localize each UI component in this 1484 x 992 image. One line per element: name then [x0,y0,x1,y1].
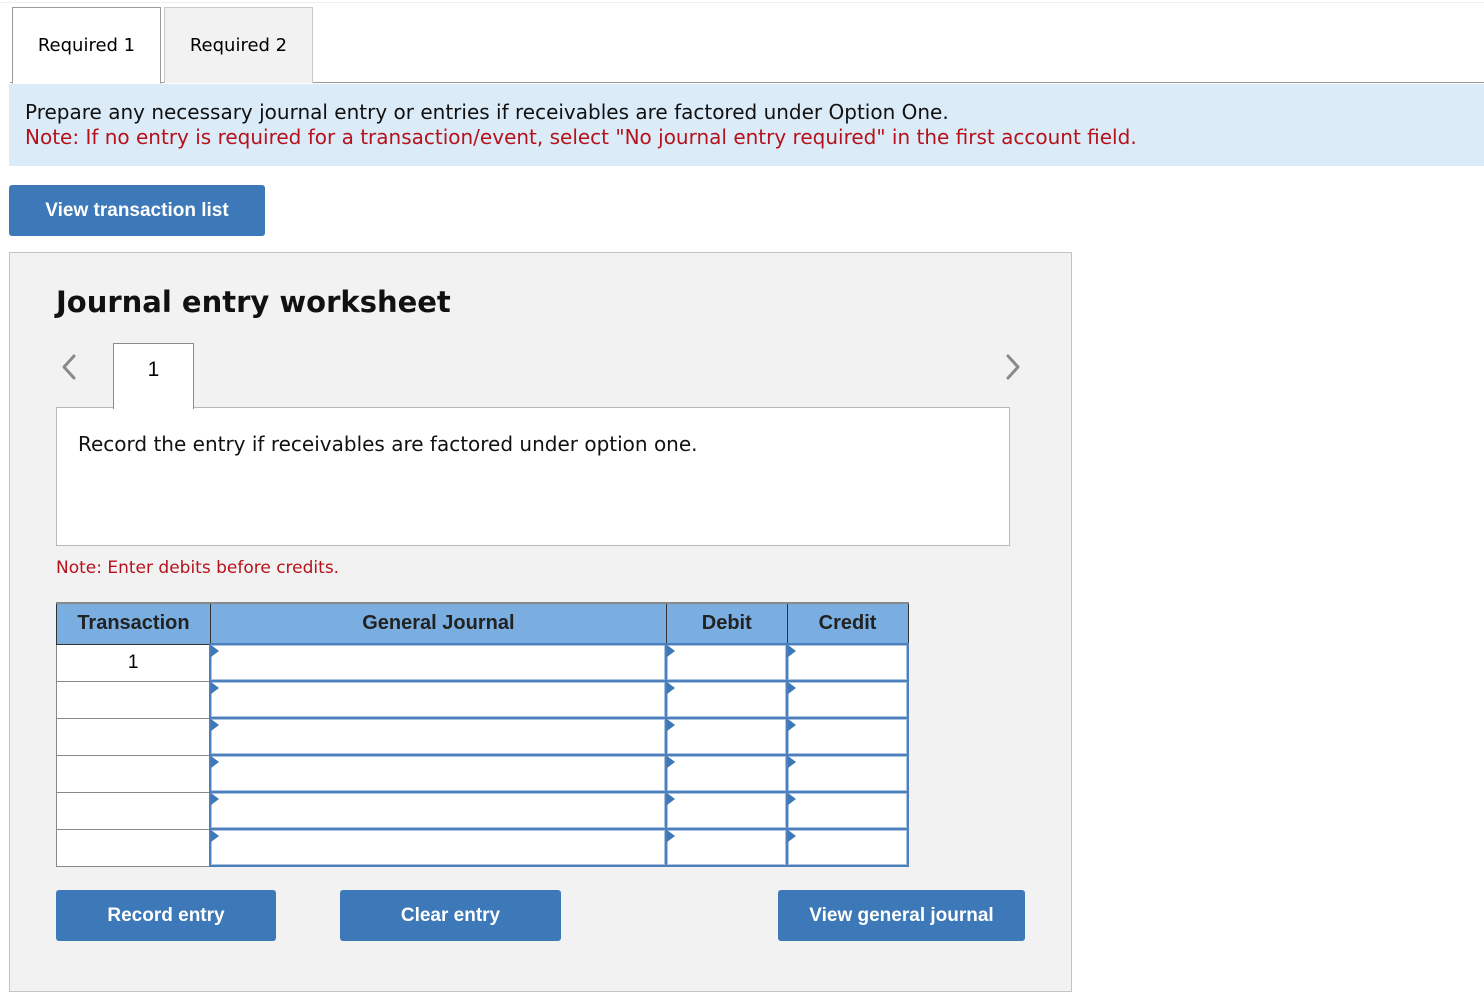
debit-input-field[interactable] [667,756,787,791]
worksheet-title: Journal entry worksheet [56,285,451,319]
debit-input[interactable] [665,680,789,719]
dropdown-flag-icon [667,830,676,842]
account-input-field[interactable] [211,645,666,680]
next-entry-button[interactable] [1002,351,1024,383]
entry-description: Record the entry if receivables are fact… [56,407,1010,546]
dropdown-flag-icon [788,645,797,657]
dropdown-flag-icon [211,645,220,657]
debit-input[interactable] [665,828,789,867]
requirement-tabs: Required 1 Required 2 [10,7,1484,84]
credit-input[interactable] [786,828,909,867]
header-general-journal: General Journal [209,602,667,645]
debit-input-field[interactable] [667,830,787,865]
credit-input[interactable] [786,791,909,830]
chevron-left-icon [62,354,76,380]
record-entry-button[interactable]: Record entry [56,890,276,941]
transaction-cell [56,754,211,793]
account-input[interactable] [209,791,668,830]
credit-input[interactable] [786,717,909,756]
account-input-field[interactable] [211,830,666,865]
credit-input-field[interactable] [788,682,907,717]
dropdown-flag-icon [667,682,676,694]
table-row [56,791,909,830]
account-input-field[interactable] [211,719,666,754]
header-credit: Credit [786,602,909,645]
dropdown-flag-icon [211,793,220,805]
tab-required-1[interactable]: Required 1 [12,7,161,84]
account-input-field[interactable] [211,793,666,828]
credit-input[interactable] [786,680,909,719]
debit-input-field[interactable] [667,682,787,717]
credit-input-field[interactable] [788,756,907,791]
dropdown-flag-icon [211,756,220,768]
debit-input[interactable] [665,717,789,756]
debit-input-field[interactable] [667,645,787,680]
dropdown-flag-icon [667,793,676,805]
table-row [56,754,909,793]
clear-entry-button[interactable]: Clear entry [340,890,561,941]
table-header-row: Transaction General Journal Debit Credit [56,602,909,645]
credit-input-field[interactable] [788,793,907,828]
account-input-field[interactable] [211,682,666,717]
entry-description-text: Record the entry if receivables are fact… [78,432,698,456]
dropdown-flag-icon [211,682,220,694]
dropdown-flag-icon [788,830,797,842]
table-row [56,717,909,756]
dropdown-flag-icon [788,756,797,768]
account-input[interactable] [209,643,668,682]
dropdown-flag-icon [211,830,220,842]
debits-note: Note: Enter debits before credits. [56,558,340,578]
transaction-cell: 1 [56,643,211,682]
debit-input[interactable] [665,754,789,793]
table-row: 1 [56,643,909,682]
credit-input-field[interactable] [788,719,907,754]
prev-entry-button[interactable] [58,351,80,383]
account-input[interactable] [209,717,668,756]
view-transaction-list-button[interactable]: View transaction list [9,185,265,236]
transaction-cell [56,680,211,719]
account-input[interactable] [209,754,668,793]
account-input-field[interactable] [211,756,666,791]
header-debit: Debit [665,602,788,645]
debit-input[interactable] [665,643,789,682]
dropdown-flag-icon [667,645,676,657]
instruction-panel: Prepare any necessary journal entry or e… [9,84,1484,166]
transaction-cell [56,717,211,756]
entry-tab-1[interactable]: 1 [113,343,194,409]
debit-input-field[interactable] [667,719,787,754]
debit-input-field[interactable] [667,793,787,828]
credit-input[interactable] [786,643,909,682]
dropdown-flag-icon [667,719,676,731]
dropdown-flag-icon [211,719,220,731]
transaction-cell [56,828,211,867]
top-divider [0,2,1484,3]
journal-table: Transaction General Journal Debit Credit… [56,602,909,867]
view-general-journal-button[interactable]: View general journal [778,890,1025,941]
chevron-right-icon [1006,354,1020,380]
table-row [56,680,909,719]
debit-input[interactable] [665,791,789,830]
credit-input-field[interactable] [788,645,907,680]
dropdown-flag-icon [788,793,797,805]
dropdown-flag-icon [788,719,797,731]
table-row [56,828,909,867]
credit-input[interactable] [786,754,909,793]
instruction-text: Prepare any necessary journal entry or e… [25,100,949,124]
tab-required-2[interactable]: Required 2 [164,7,313,83]
header-transaction: Transaction [56,602,211,645]
dropdown-flag-icon [667,756,676,768]
dropdown-flag-icon [788,682,797,694]
account-input[interactable] [209,680,668,719]
transaction-cell [56,791,211,830]
credit-input-field[interactable] [788,830,907,865]
account-input[interactable] [209,828,668,867]
instruction-note: Note: If no entry is required for a tran… [25,125,1137,149]
journal-entry-worksheet: Journal entry worksheet 1 Record the ent… [9,252,1072,992]
